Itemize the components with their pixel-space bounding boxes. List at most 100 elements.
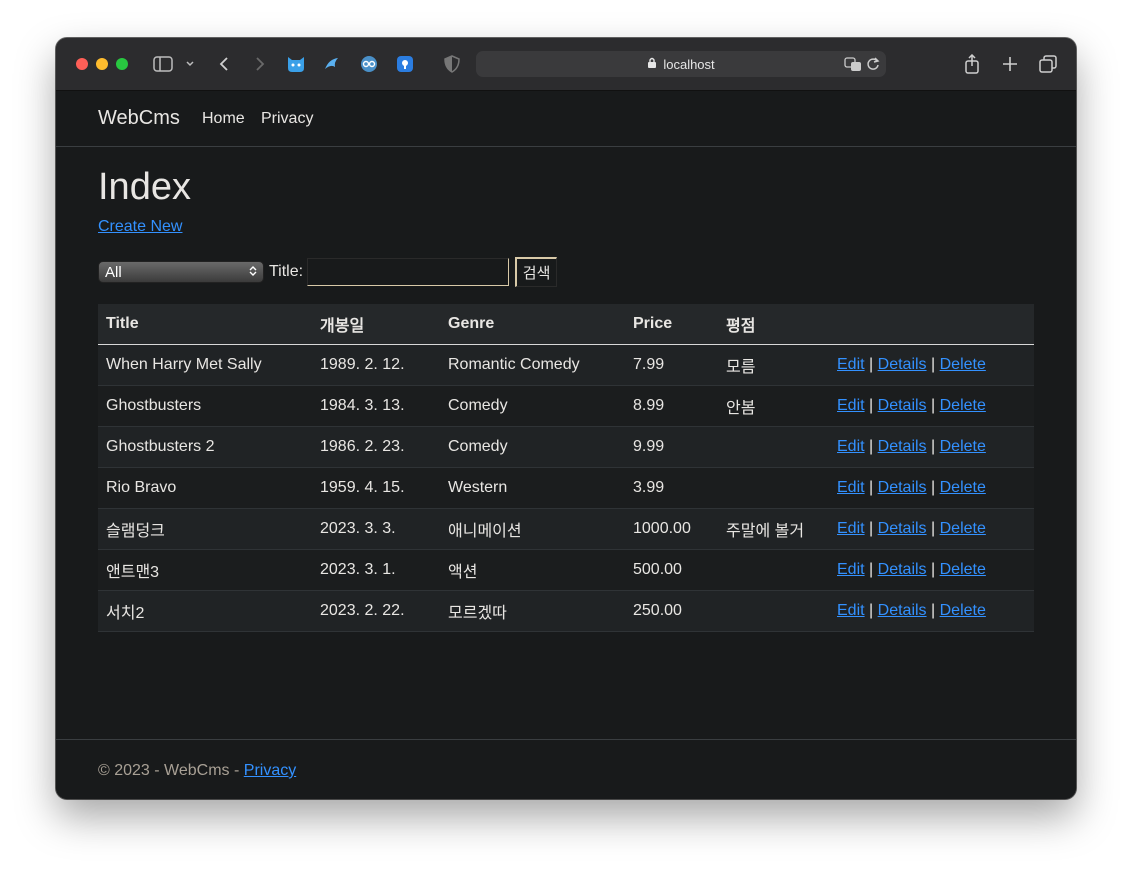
table-row: 서치2 2023. 2. 22. 모르겠따 250.00 Edit | Details … — [98, 590, 1034, 632]
cell-release-date: 1989. 2. 12. — [312, 344, 440, 386]
edit-link[interactable]: Edit — [837, 438, 865, 455]
nav-link-privacy[interactable]: Privacy — [261, 110, 313, 128]
share-icon[interactable] — [962, 52, 982, 76]
cell-actions: Edit | Details | Delete — [829, 590, 1034, 632]
cell-title: Ghostbusters — [98, 385, 312, 427]
delete-link[interactable]: Delete — [940, 479, 986, 496]
genre-select[interactable]: All — [98, 261, 264, 283]
cell-actions: Edit | Details | Delete — [829, 508, 1034, 550]
address-bar[interactable]: localhost — [476, 51, 886, 77]
column-header-title: Title — [98, 304, 312, 345]
cell-genre: Comedy — [440, 426, 625, 468]
table-row: 앤트맨3 2023. 3. 1. 액션 500.00 Edit | Details | … — [98, 549, 1034, 591]
cell-genre: 애니메이션 — [440, 508, 625, 550]
action-separator: | — [869, 520, 874, 537]
delete-link[interactable]: Delete — [940, 438, 986, 455]
cell-actions: Edit | Details | Delete — [829, 426, 1034, 468]
details-link[interactable]: Details — [878, 520, 927, 537]
extension-face-icon[interactable] — [358, 52, 380, 76]
details-link[interactable]: Details — [878, 479, 927, 496]
tab-overview-icon[interactable] — [1038, 52, 1058, 76]
cell-actions: Edit | Details | Delete — [829, 344, 1034, 386]
column-header-release-date: 개봉일 — [312, 304, 440, 345]
cell-rating — [718, 549, 829, 591]
cell-price: 8.99 — [625, 385, 718, 427]
title-search-input[interactable] — [307, 258, 510, 286]
cell-title: Ghostbusters 2 — [98, 426, 312, 468]
edit-link[interactable]: Edit — [837, 397, 865, 414]
site-brand[interactable]: WebCms — [98, 107, 180, 130]
cell-price: 1000.00 — [625, 508, 718, 550]
action-separator: | — [931, 561, 936, 578]
create-new-link[interactable]: Create New — [98, 218, 182, 236]
search-form: All Title: 검색 — [98, 256, 558, 288]
cell-rating — [718, 426, 829, 468]
details-link[interactable]: Details — [878, 397, 927, 414]
delete-link[interactable]: Delete — [940, 520, 986, 537]
details-link[interactable]: Details — [878, 561, 927, 578]
forward-icon[interactable] — [252, 52, 268, 76]
column-header-price: Price — [625, 304, 718, 345]
cell-title: 앤트맨3 — [98, 549, 312, 591]
delete-link[interactable]: Delete — [940, 356, 986, 373]
edit-link[interactable]: Edit — [837, 561, 865, 578]
cell-title: When Harry Met Sally — [98, 344, 312, 386]
cell-genre: Romantic Comedy — [440, 344, 625, 386]
cell-price: 3.99 — [625, 467, 718, 509]
cell-price: 250.00 — [625, 590, 718, 632]
cell-rating — [718, 590, 829, 632]
footer-text: © 2023 - WebCms - Privacy — [98, 762, 296, 780]
zoom-window-button[interactable] — [116, 58, 128, 70]
select-arrows-icon — [249, 264, 257, 281]
edit-link[interactable]: Edit — [837, 520, 865, 537]
table-row: Ghostbusters 1984. 3. 13. Comedy 8.99 안봄 Edit… — [98, 385, 1034, 427]
details-link[interactable]: Details — [878, 356, 927, 373]
action-separator: | — [869, 438, 874, 455]
edit-link[interactable]: Edit — [837, 356, 865, 373]
cell-release-date: 2023. 3. 1. — [312, 549, 440, 591]
extension-lock-icon[interactable] — [394, 52, 416, 76]
table-row: 슬램덩크 2023. 3. 3. 애니메이션 1000.00 주말에 볼거 Edit | … — [98, 508, 1034, 550]
action-separator: | — [931, 397, 936, 414]
details-link[interactable]: Details — [878, 438, 927, 455]
delete-link[interactable]: Delete — [940, 602, 986, 619]
table-row: Ghostbusters 2 1986. 2. 23. Comedy 9.99 Edit… — [98, 426, 1034, 468]
cell-genre: Western — [440, 467, 625, 509]
column-header-rating: 평점 — [718, 304, 829, 345]
translate-icon[interactable] — [844, 56, 862, 75]
nav-link-home[interactable]: Home — [202, 110, 245, 128]
extension-bird-icon[interactable] — [322, 52, 342, 76]
delete-link[interactable]: Delete — [940, 397, 986, 414]
reload-icon[interactable] — [866, 56, 880, 75]
edit-link[interactable]: Edit — [837, 602, 865, 619]
action-separator: | — [931, 438, 936, 455]
delete-link[interactable]: Delete — [940, 561, 986, 578]
cell-rating — [718, 467, 829, 509]
new-tab-icon[interactable] — [1000, 52, 1020, 76]
table-body: When Harry Met Sally 1989. 2. 12. Romantic… — [98, 344, 1034, 632]
footer-privacy-link[interactable]: Privacy — [244, 762, 296, 779]
close-window-button[interactable] — [76, 58, 88, 70]
movies-table: Title 개봉일 Genre Price 평점 When Harry Met … — [98, 304, 1034, 632]
cell-price: 7.99 — [625, 344, 718, 386]
details-link[interactable]: Details — [878, 602, 927, 619]
site-navbar: WebCms Home Privacy — [56, 91, 1076, 147]
title-filter-label: Title: — [269, 263, 304, 280]
edit-link[interactable]: Edit — [837, 479, 865, 496]
minimize-window-button[interactable] — [96, 58, 108, 70]
action-separator: | — [869, 561, 874, 578]
table-header-row: Title 개봉일 Genre Price 평점 — [98, 304, 1034, 345]
chevron-down-icon[interactable] — [184, 52, 196, 76]
search-button[interactable]: 검색 — [515, 257, 558, 287]
privacy-shield-icon[interactable] — [442, 52, 462, 76]
extension-cat-icon[interactable] — [286, 52, 306, 76]
cell-genre: 모르겠따 — [440, 590, 625, 632]
back-icon[interactable] — [216, 52, 232, 76]
cell-actions: Edit | Details | Delete — [829, 467, 1034, 509]
action-separator: | — [869, 602, 874, 619]
action-separator: | — [869, 397, 874, 414]
cell-title: 슬램덩크 — [98, 508, 312, 550]
url-text: localhost — [663, 56, 715, 72]
cell-release-date: 1959. 4. 15. — [312, 467, 440, 509]
sidebar-icon[interactable] — [152, 52, 174, 76]
